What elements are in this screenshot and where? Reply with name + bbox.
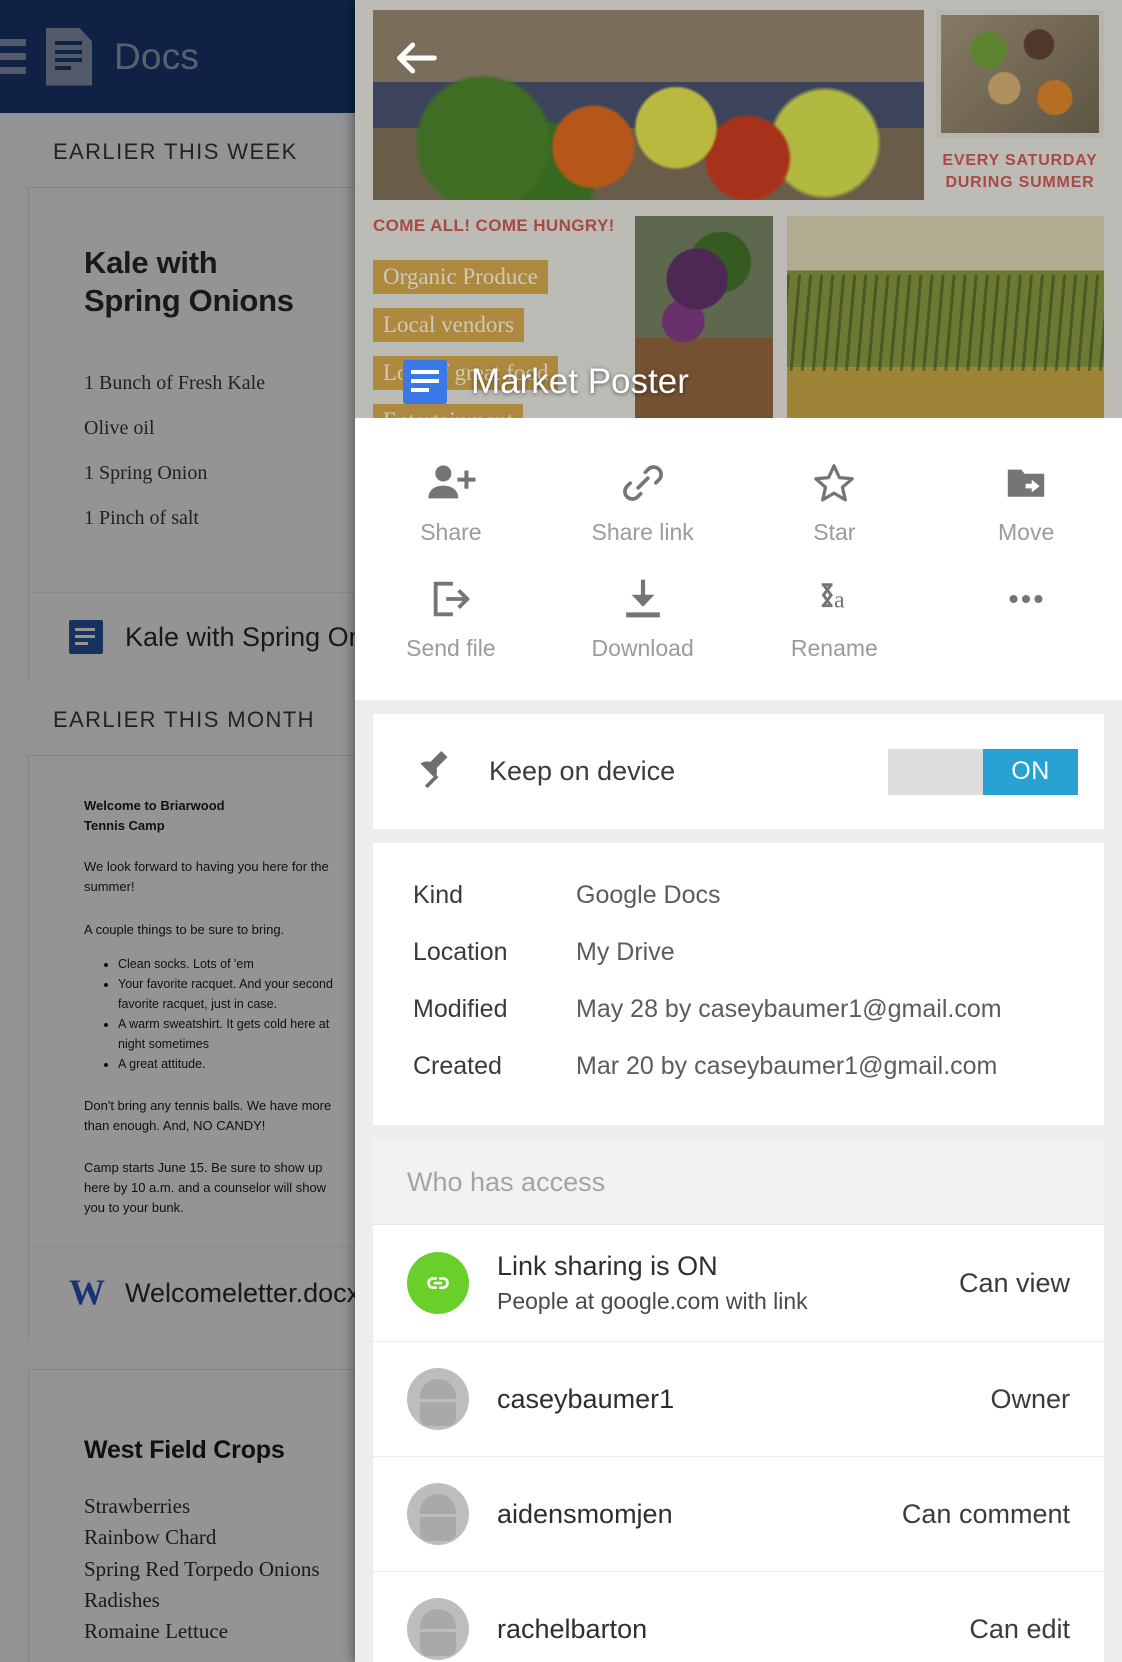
share-link-button-label: Share link xyxy=(591,519,694,545)
access-title: Link sharing is ON xyxy=(497,1251,718,1281)
access-role: Can view xyxy=(958,1267,1070,1298)
access-row-rachelbarton[interactable]: rachelbarton Can edit xyxy=(373,1572,1104,1662)
access-row-link-sharing[interactable]: Link sharing is ON People at google.com … xyxy=(373,1225,1104,1341)
metadata-row-location: Location My Drive xyxy=(413,924,1064,981)
keep-on-device-label: Keep on device xyxy=(489,756,676,786)
more-options-button[interactable] xyxy=(930,562,1122,678)
access-row-caseybaumer1[interactable]: caseybaumer1 Owner xyxy=(373,1342,1104,1456)
file-detail-panel: EVERY SATURDAY DURING SUMMER COME ALL! C… xyxy=(355,0,1122,1662)
metadata-row-created: Created Mar 20 by caseybaumer1@gmail.com xyxy=(413,1038,1064,1095)
access-role: Can comment xyxy=(901,1498,1070,1529)
svg-text:a: a xyxy=(834,588,845,614)
more-horizontal-icon xyxy=(1000,576,1052,622)
toggle-track-off xyxy=(888,748,983,795)
hero-overlay xyxy=(355,0,1122,418)
action-button-grid: Share Share link Star Move Send file Dow… xyxy=(355,418,1122,700)
metadata-value: May 28 by caseybaumer1@gmail.com xyxy=(576,995,1002,1023)
back-arrow-icon[interactable] xyxy=(391,32,443,84)
folder-move-icon xyxy=(1000,460,1052,506)
rename-button[interactable]: a Rename xyxy=(739,562,931,678)
link-icon xyxy=(618,460,668,506)
pushpin-icon xyxy=(413,746,459,797)
access-row-aidensmomjen[interactable]: aidensmomjen Can comment xyxy=(373,1457,1104,1571)
metadata-row-kind: Kind Google Docs xyxy=(413,867,1064,924)
who-has-access-card: Who has access Link sharing is ON People… xyxy=(373,1139,1104,1662)
who-has-access-header: Who has access xyxy=(373,1139,1104,1225)
keep-on-device-row[interactable]: Keep on device ON xyxy=(373,714,1104,829)
metadata-value: Mar 20 by caseybaumer1@gmail.com xyxy=(576,1052,998,1080)
metadata-value: Google Docs xyxy=(576,881,721,909)
access-title: aidensmomjen xyxy=(497,1498,673,1529)
access-title: rachelbarton xyxy=(497,1613,648,1644)
toggle-state-label: ON xyxy=(983,748,1078,795)
star-outline-icon xyxy=(808,460,860,506)
metadata-key: Modified xyxy=(413,995,508,1023)
share-button[interactable]: Share xyxy=(355,446,547,562)
avatar-icon xyxy=(407,1368,469,1430)
metadata-key: Location xyxy=(413,938,508,966)
star-button[interactable]: Star xyxy=(739,446,931,562)
share-button-label: Share xyxy=(420,519,482,545)
metadata-value: My Drive xyxy=(576,938,675,966)
send-file-button[interactable]: Send file xyxy=(355,562,547,678)
keep-on-device-toggle[interactable]: ON xyxy=(888,748,1078,795)
download-button-label: Download xyxy=(591,635,694,661)
download-icon xyxy=(617,576,669,622)
access-role: Can edit xyxy=(969,1613,1070,1644)
avatar-icon xyxy=(407,1483,469,1545)
access-role: Owner xyxy=(990,1383,1070,1414)
send-file-button-label: Send file xyxy=(406,635,496,661)
rename-button-label: Rename xyxy=(790,635,878,661)
person-add-icon xyxy=(424,460,478,506)
keep-on-device-card: Keep on device ON xyxy=(373,714,1104,829)
move-button-label: Move xyxy=(998,519,1055,545)
access-title: caseybaumer1 xyxy=(497,1383,675,1414)
metadata-card: Kind Google Docs Location My Drive Modif… xyxy=(373,843,1104,1125)
page-title: Market Poster xyxy=(471,362,689,401)
share-link-button[interactable]: Share link xyxy=(547,446,739,562)
metadata-row-modified: Modified May 28 by caseybaumer1@gmail.co… xyxy=(413,981,1064,1038)
metadata-key: Created xyxy=(413,1052,502,1080)
move-button[interactable]: Move xyxy=(930,446,1122,562)
send-file-icon xyxy=(425,576,477,622)
access-subtitle: People at google.com with link xyxy=(497,1288,808,1314)
avatar-icon xyxy=(407,1598,469,1660)
download-button[interactable]: Download xyxy=(547,562,739,678)
metadata-key: Kind xyxy=(413,881,464,909)
document-preview-hero: EVERY SATURDAY DURING SUMMER COME ALL! C… xyxy=(355,0,1122,418)
google-docs-icon xyxy=(403,360,447,404)
link-circle-icon xyxy=(407,1252,469,1314)
star-button-label: Star xyxy=(813,519,856,545)
rename-text-cursor-icon: a xyxy=(808,576,860,622)
document-title-bar: Market Poster xyxy=(355,360,689,404)
